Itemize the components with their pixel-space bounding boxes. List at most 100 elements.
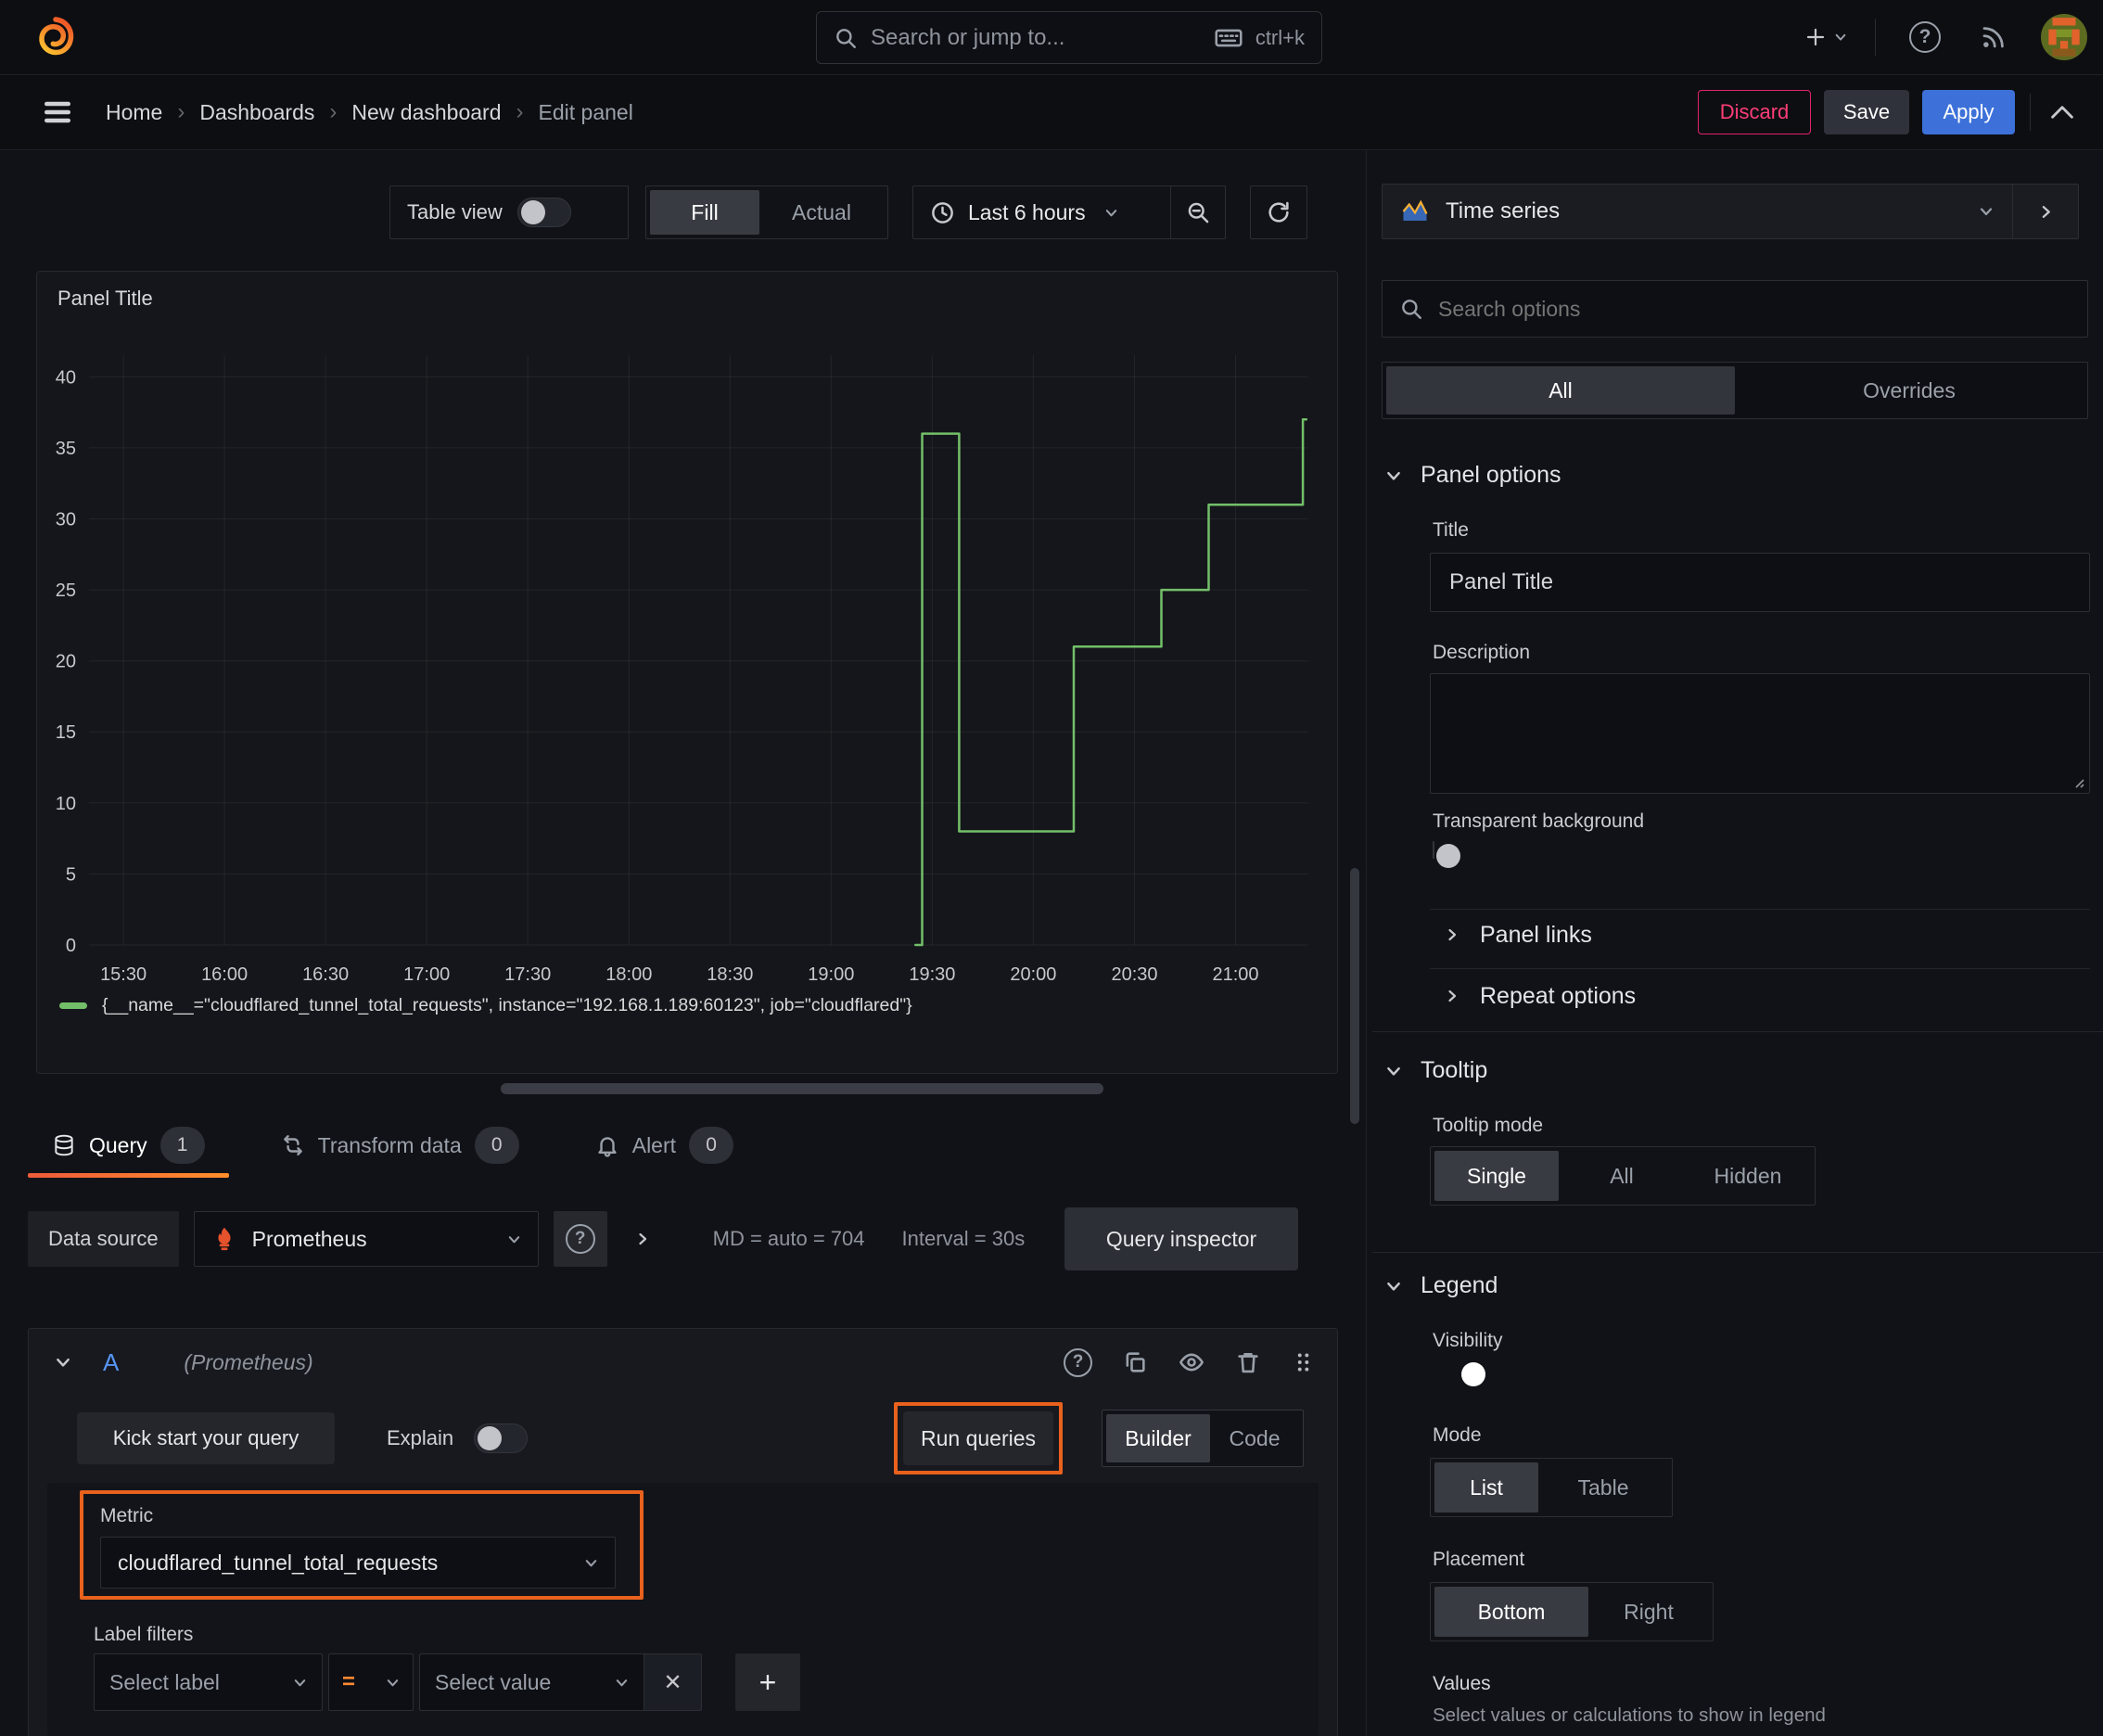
user-avatar[interactable] xyxy=(2041,14,2087,60)
select-value-placeholder: Select value xyxy=(435,1669,552,1694)
tooltip-section-header[interactable]: Tooltip xyxy=(1385,1057,1487,1084)
options-search-input[interactable] xyxy=(1438,296,2071,322)
select-label-placeholder: Select label xyxy=(109,1669,220,1694)
legend-mode-table[interactable]: Table xyxy=(1538,1462,1668,1513)
zoom-out-time-button[interactable] xyxy=(1171,186,1225,238)
fill-option[interactable]: Fill xyxy=(650,190,759,235)
legend-placement-bottom[interactable]: Bottom xyxy=(1434,1587,1588,1637)
panel-resize-handle[interactable] xyxy=(501,1083,1103,1094)
add-filter-button[interactable]: + xyxy=(735,1653,800,1711)
interval: Interval = 30s xyxy=(901,1227,1026,1250)
collapse-header-button[interactable] xyxy=(2042,96,2083,129)
remove-filter-button[interactable]: ✕ xyxy=(644,1653,702,1711)
builder-option[interactable]: Builder xyxy=(1106,1414,1210,1462)
tooltip-mode-single[interactable]: Single xyxy=(1434,1151,1559,1201)
legend-series-label[interactable]: {__name__="cloudflared_tunnel_total_requ… xyxy=(102,995,912,1016)
section-divider xyxy=(1430,909,2090,910)
repeat-options-section-header[interactable]: Repeat options xyxy=(1445,976,1636,1016)
datasource-picker[interactable]: Prometheus xyxy=(193,1211,539,1267)
description-textarea[interactable] xyxy=(1431,674,2089,793)
transparent-background-toggle[interactable] xyxy=(1433,841,1460,868)
bell-icon xyxy=(598,1137,617,1157)
drag-query-handle[interactable] xyxy=(1291,1349,1315,1375)
legend-placement-right[interactable]: Right xyxy=(1588,1587,1709,1637)
save-button[interactable]: Save xyxy=(1824,90,1909,134)
time-series-chart[interactable]: 0 5 10 15 20 25 30 35 40 15:30 16:00 16:30 17:00 17:3… xyxy=(37,272,1337,1025)
tooltip-mode-all[interactable]: All xyxy=(1559,1151,1685,1201)
help-button[interactable]: ? xyxy=(1903,15,1947,59)
breadcrumb-home[interactable]: Home xyxy=(106,100,162,125)
repeat-options-heading: Repeat options xyxy=(1480,982,1637,1009)
legend-section-header[interactable]: Legend xyxy=(1385,1272,1498,1299)
fill-actual-switch: Fill Actual xyxy=(645,185,888,239)
global-search-input[interactable] xyxy=(871,24,1202,51)
panel-links-heading: Panel links xyxy=(1480,921,1592,948)
apply-button[interactable]: Apply xyxy=(1922,90,2015,134)
legend-mode-list[interactable]: List xyxy=(1434,1462,1538,1513)
chevron-down-icon xyxy=(1835,33,1846,41)
code-option[interactable]: Code xyxy=(1210,1414,1299,1462)
operator-dropdown[interactable]: = xyxy=(328,1653,414,1711)
global-search[interactable]: ctrl+k xyxy=(816,11,1322,64)
options-search[interactable] xyxy=(1382,280,2088,338)
tooltip-mode-hidden[interactable]: Hidden xyxy=(1685,1151,1811,1201)
add-new-button[interactable] xyxy=(1791,11,1860,63)
help-icon: ? xyxy=(1909,21,1941,53)
datasource-help-button[interactable]: ? xyxy=(553,1211,607,1267)
editor-tabs: Query 1 Transform data 0 Alert 0 xyxy=(28,1113,758,1178)
svg-text:15: 15 xyxy=(56,722,76,743)
svg-text:20: 20 xyxy=(56,652,76,672)
grafana-logo-icon[interactable] xyxy=(33,15,78,59)
query-inspector-button[interactable]: Query inspector xyxy=(1064,1207,1298,1270)
time-range-picker[interactable]: Last 6 hours xyxy=(913,200,1170,225)
tab-all[interactable]: All xyxy=(1386,366,1735,415)
chart-legend[interactable]: {__name__="cloudflared_tunnel_total_requ… xyxy=(59,995,912,1016)
select-value-dropdown[interactable]: Select value xyxy=(419,1653,644,1711)
select-label-dropdown[interactable]: Select label xyxy=(94,1653,323,1711)
panel-title-input[interactable] xyxy=(1436,569,2084,595)
toggle-query-visibility-button[interactable] xyxy=(1178,1349,1205,1375)
news-rss-button[interactable] xyxy=(1971,15,2016,59)
grip-icon xyxy=(1297,1353,1309,1372)
visualization-select[interactable]: Time series xyxy=(1383,198,2012,225)
delete-query-button[interactable] xyxy=(1235,1349,1261,1375)
copy-icon xyxy=(1126,1352,1145,1372)
zoom-out-icon xyxy=(1188,202,1208,223)
duplicate-query-button[interactable] xyxy=(1122,1349,1148,1375)
metric-select[interactable]: cloudflared_tunnel_total_requests xyxy=(100,1537,616,1589)
collapse-query-button[interactable] xyxy=(55,1354,71,1371)
breadcrumb-new-dashboard[interactable]: New dashboard xyxy=(351,100,501,125)
run-queries-button[interactable]: Run queries xyxy=(903,1411,1053,1465)
actual-option[interactable]: Actual xyxy=(759,190,884,235)
tab-transform-data[interactable]: Transform data 0 xyxy=(257,1113,543,1178)
operator-value: = xyxy=(342,1669,356,1694)
panel-links-section-header[interactable]: Panel links xyxy=(1445,914,1592,955)
tab-alert[interactable]: Alert 0 xyxy=(571,1113,758,1178)
legend-values-label: Values xyxy=(1433,1673,1491,1694)
chevron-down-icon xyxy=(1387,1282,1400,1291)
tab-query[interactable]: Query 1 xyxy=(28,1113,229,1178)
chevron-right-icon xyxy=(639,1232,646,1245)
panel-options-section-header[interactable]: Panel options xyxy=(1385,462,1561,489)
svg-text:30: 30 xyxy=(56,510,76,530)
explain-toggle[interactable] xyxy=(474,1423,529,1453)
vertical-scrollbar[interactable] xyxy=(1350,868,1359,1124)
nav-bar: Home › Dashboards › New dashboard › Edit… xyxy=(0,75,2103,150)
discard-button[interactable]: Discard xyxy=(1698,90,1811,134)
breadcrumb-dashboards[interactable]: Dashboards xyxy=(199,100,314,125)
toggle-viz-pane-button[interactable] xyxy=(2013,185,2078,238)
kick-start-query-button[interactable]: Kick start your query xyxy=(77,1412,335,1464)
tab-overrides[interactable]: Overrides xyxy=(1735,366,2084,415)
refresh-button[interactable] xyxy=(1250,185,1307,239)
chevron-down-icon xyxy=(1387,471,1400,480)
table-view-toggle[interactable] xyxy=(516,198,571,227)
query-options-expand-button[interactable] xyxy=(622,1211,663,1267)
grafana-edit-panel-page: ctrl+k ? Home › Dashboards › New dashboa… xyxy=(0,0,2103,1736)
query-ref-id[interactable]: A xyxy=(103,1348,119,1377)
help-icon: ? xyxy=(1064,1347,1092,1377)
resize-grip-icon[interactable] xyxy=(2071,774,2085,789)
hamburger-menu-button[interactable] xyxy=(39,96,76,129)
svg-text:35: 35 xyxy=(56,439,76,459)
query-help-button[interactable]: ? xyxy=(1064,1347,1092,1377)
tooltip-mode-label: Tooltip mode xyxy=(1433,1115,1544,1136)
